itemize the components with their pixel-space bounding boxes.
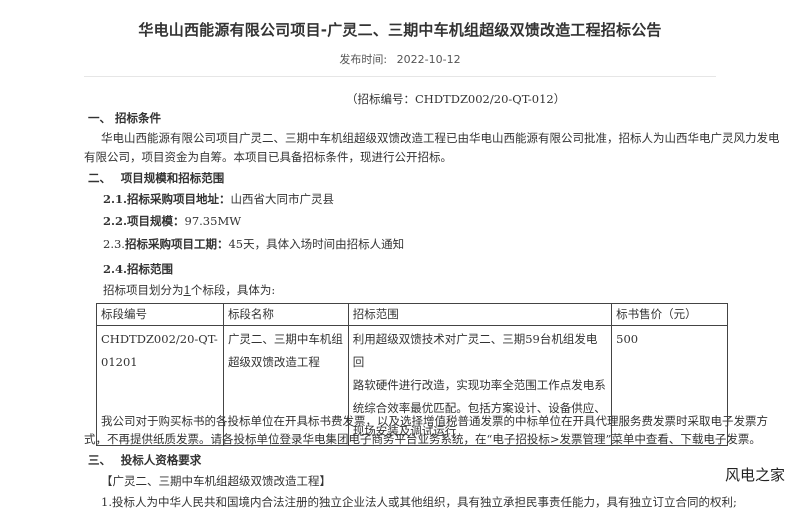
- section-1-heading: 一、 招标条件: [88, 111, 162, 125]
- title-divider: [84, 76, 716, 77]
- item-2-1-value: 山西省大同市广灵县: [230, 192, 335, 206]
- item-2-2: 2.2.项目规模：97.35MW: [103, 213, 241, 229]
- section-3-heading: 三、 投标人资格要求: [88, 453, 202, 467]
- item-2-3-label: 招标采购项目工期：: [124, 237, 229, 251]
- lots-suffix: 个标段，具体为:: [190, 283, 276, 297]
- item-2-1: 2.1.招标采购项目地址：山西省大同市广灵县: [103, 191, 334, 207]
- bid-number: （招标编号：CHDTDZ002/20-QT-012）: [346, 92, 566, 106]
- section-3-item-1: 1.投标人为中华人民共和国境内合法注册的独立企业法人或其他组织，具有独立承担民事…: [101, 495, 737, 509]
- publish-date-label: 发布时间:: [339, 53, 388, 66]
- item-2-3-value: 45天，具体入场时间由招标人通知: [228, 237, 405, 251]
- table-header-cell: 招标范围: [347, 303, 613, 326]
- section-scope-line: 路软硬件进行改造，实现功率全范围工作点发电系: [352, 378, 606, 392]
- lots-description: 招标项目划分为1个标段，具体为:: [103, 282, 275, 298]
- item-2-1-label: 2.1.招标采购项目地址：: [103, 192, 231, 206]
- item-2-3-prefix: 2.3.: [103, 237, 125, 251]
- section-name-line: 超级双馈改造工程: [227, 355, 320, 369]
- section-name-line: 广灵二、三期中车机组: [227, 332, 343, 346]
- invoice-paragraph-line-1: 我公司对于购买标书的各投标单位在开具标书费发票，以及选择增值税普通发票的中标单位…: [101, 414, 768, 428]
- page-title: 华电山西能源有限公司项目-广灵二、三期中车机组超级双馈改造工程招标公告: [138, 21, 662, 39]
- publish-date-value: 2022-10-12: [396, 53, 461, 66]
- item-2-2-value: 97.35MW: [184, 214, 242, 228]
- table-header-cell: 标书售价（元）: [611, 303, 728, 326]
- table-header-cell: 标段名称: [222, 303, 349, 326]
- table-header-cell: 标段编号: [96, 303, 224, 326]
- item-2-4-heading: 2.4.招标范围: [103, 262, 174, 276]
- section-1-paragraph-line-2: 有限公司，项目资金为自筹。本项目已具备招标条件，现进行公开招标。: [84, 150, 452, 164]
- lots-count: 1: [183, 283, 191, 297]
- section-3-subheading: 【广灵二、三期中车机组超级双馈改造工程】: [101, 474, 331, 488]
- table-header-row: 标段编号 标段名称 招标范围 标书售价（元）: [96, 303, 728, 326]
- lots-prefix: 招标项目划分为: [103, 283, 184, 297]
- watermark-logo: 风电之家: [710, 462, 800, 488]
- item-2-2-label: 2.2.项目规模：: [103, 214, 185, 228]
- section-2-heading: 二、 项目规模和招标范围: [88, 171, 225, 185]
- section-scope-line: 利用超级双馈技术对广灵二、三期59台机组发电回: [352, 332, 598, 369]
- section-1-paragraph-line-1: 华电山西能源有限公司项目广灵二、三期中车机组超级双馈改造工程已由华电山西能源有限…: [101, 131, 780, 145]
- announcement-page: 华电山西能源有限公司项目-广灵二、三期中车机组超级双馈改造工程招标公告 发布时间…: [0, 0, 800, 509]
- publish-date: 发布时间: 2022-10-12: [0, 51, 800, 67]
- section-code-line: CHDTDZ002/20-QT-: [101, 332, 218, 346]
- item-2-3: 2.3.招标采购项目工期：45天，具体入场时间由招标人通知: [103, 236, 404, 252]
- section-code-line: 01201: [101, 355, 138, 369]
- invoice-paragraph-line-2: 式，不再提供纸质发票。请各投标单位登录华电集团电子商务平台业务系统，在“电子招投…: [84, 432, 761, 446]
